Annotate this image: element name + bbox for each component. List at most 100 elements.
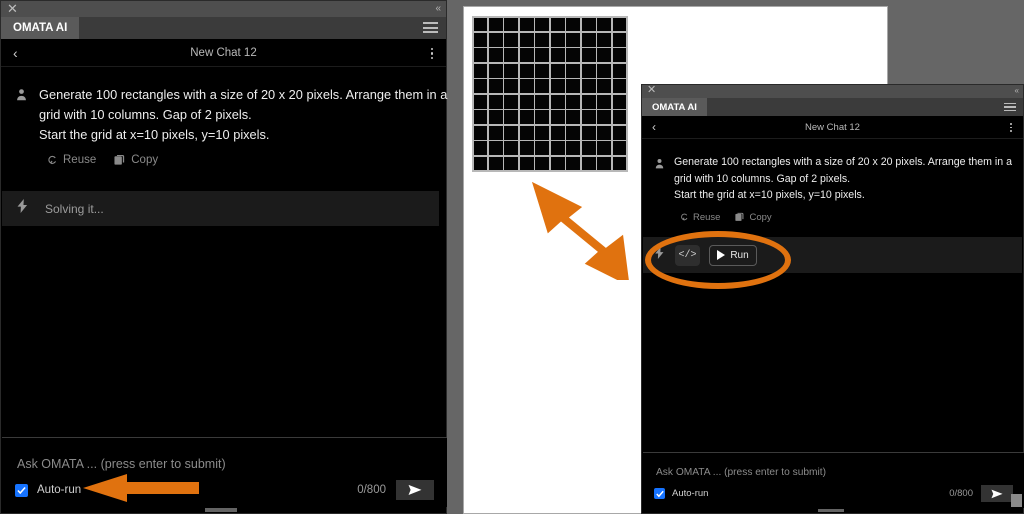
back-chevron-icon[interactable]: ‹ <box>13 46 18 60</box>
chat-header-right: ‹ New Chat 12 <box>642 116 1023 139</box>
grid-rectangle <box>612 156 627 171</box>
user-message-right: Generate 100 rectangles with a size of 2… <box>642 139 1023 204</box>
grid-rectangle <box>566 141 581 156</box>
collapse-icon[interactable]: « <box>435 4 440 14</box>
close-icon[interactable]: ✕ <box>647 85 656 96</box>
grid-rectangle <box>597 141 612 156</box>
grid-rectangle <box>535 63 550 78</box>
grid-rectangle <box>581 48 596 63</box>
message-line: Start the grid at x=10 pixels, y=10 pixe… <box>39 127 270 142</box>
grid-rectangle <box>519 17 534 32</box>
grid-rectangle <box>504 156 519 171</box>
tab-omata-ai-left[interactable]: OMATA AI <box>1 17 80 39</box>
omata-ai-panel-left: ✕ « OMATA AI ‹ New Chat 12 Generate 100 … <box>0 0 447 514</box>
grid-rectangle <box>488 17 503 32</box>
assistant-run-row-right: </> Run <box>643 237 1022 273</box>
tab-omata-ai-right[interactable]: OMATA AI <box>642 98 707 116</box>
hamburger-menu-icon[interactable] <box>1004 102 1016 112</box>
grid-rectangle <box>519 125 534 140</box>
bolt-icon <box>16 199 29 218</box>
grid-rectangle <box>504 94 519 109</box>
autorun-label-right: Auto-run <box>672 488 709 499</box>
grid-rectangle <box>597 94 612 109</box>
grid-rectangle <box>550 141 565 156</box>
resize-handle-right[interactable] <box>1011 494 1022 507</box>
grid-rectangle <box>612 63 627 78</box>
send-button-right[interactable] <box>981 485 1013 502</box>
chat-input-right[interactable]: Ask OMATA ... (press enter to submit) <box>656 467 826 478</box>
character-counter-right: 0/800 <box>949 488 973 499</box>
bolt-icon <box>654 246 665 264</box>
grid-rectangle <box>488 94 503 109</box>
grid-rectangle <box>519 63 534 78</box>
reuse-button-left[interactable]: Reuse <box>47 154 96 166</box>
run-button-right[interactable]: Run <box>709 244 757 266</box>
grid-rectangle <box>612 32 627 47</box>
grid-rectangle <box>550 63 565 78</box>
grid-rectangle <box>581 63 596 78</box>
chat-input-left[interactable]: Ask OMATA ... (press enter to submit) <box>17 457 226 471</box>
collapse-icon[interactable]: « <box>1015 87 1020 95</box>
message-actions-left: Reuse Copy <box>47 154 446 166</box>
grid-rectangle <box>597 63 612 78</box>
grid-rectangle <box>581 17 596 32</box>
grid-rectangle <box>597 17 612 32</box>
chat-title-left: New Chat 12 <box>190 46 257 59</box>
character-counter-left: 0/800 <box>357 484 386 496</box>
grid-rectangle <box>550 79 565 94</box>
user-message-left: Generate 100 rectangles with a size of 2… <box>1 67 447 145</box>
grid-rectangle <box>473 141 488 156</box>
user-avatar-icon <box>15 88 31 145</box>
hamburger-menu-icon[interactable] <box>423 21 438 34</box>
grid-rectangle <box>488 125 503 140</box>
grid-rectangle <box>504 141 519 156</box>
horizontal-scroll-handle-right[interactable] <box>818 509 844 512</box>
send-arrow-icon <box>991 489 1003 498</box>
grid-rectangle <box>473 94 488 109</box>
horizontal-scroll-handle-left[interactable] <box>205 508 237 512</box>
back-chevron-icon[interactable]: ‹ <box>652 121 656 133</box>
kebab-menu-icon[interactable] <box>430 47 434 60</box>
close-icon[interactable]: ✕ <box>7 2 18 15</box>
send-button-left[interactable] <box>396 480 434 500</box>
grid-rectangle <box>535 141 550 156</box>
grid-rectangle <box>504 79 519 94</box>
autorun-checkbox-left[interactable] <box>15 483 28 497</box>
tab-label: OMATA AI <box>13 22 68 34</box>
reuse-button-right[interactable]: Reuse <box>680 212 720 223</box>
grid-rectangle <box>535 110 550 125</box>
grid-rectangle <box>597 110 612 125</box>
grid-rectangle <box>504 48 519 63</box>
view-code-button-right[interactable]: </> <box>675 244 700 266</box>
grid-rectangle <box>488 79 503 94</box>
autorun-checkbox-right[interactable] <box>654 488 665 499</box>
grid-rectangle <box>535 79 550 94</box>
grid-rectangle <box>519 79 534 94</box>
grid-rectangle <box>566 79 581 94</box>
grid-rectangle <box>550 17 565 32</box>
grid-rectangle <box>581 94 596 109</box>
grid-rectangle <box>566 125 581 140</box>
grid-rectangle <box>519 110 534 125</box>
message-actions-right: Reuse Copy <box>680 212 1023 223</box>
chat-title-right: New Chat 12 <box>805 121 860 133</box>
grid-rectangle <box>550 156 565 171</box>
grid-rectangle <box>612 94 627 109</box>
message-line: Generate 100 rectangles with a size of 2… <box>674 156 1013 168</box>
copy-button-right[interactable]: Copy <box>735 212 772 223</box>
grid-rectangle <box>566 32 581 47</box>
grid-rectangle <box>488 141 503 156</box>
grid-rectangle <box>504 32 519 47</box>
assistant-status-row-left: Solving it... <box>2 191 439 226</box>
grid-rectangle <box>581 79 596 94</box>
grid-rectangle <box>597 125 612 140</box>
grid-rectangle <box>566 110 581 125</box>
tabstrip-left: OMATA AI <box>1 17 446 39</box>
autorun-label-left: Auto-run <box>37 484 82 496</box>
grid-rectangle <box>519 32 534 47</box>
grid-rectangle <box>581 32 596 47</box>
copy-button-left[interactable]: Copy <box>114 154 158 166</box>
kebab-menu-icon[interactable] <box>1009 122 1013 133</box>
user-message-text-left: Generate 100 rectangles with a size of 2… <box>39 85 447 145</box>
grid-rectangle <box>504 125 519 140</box>
